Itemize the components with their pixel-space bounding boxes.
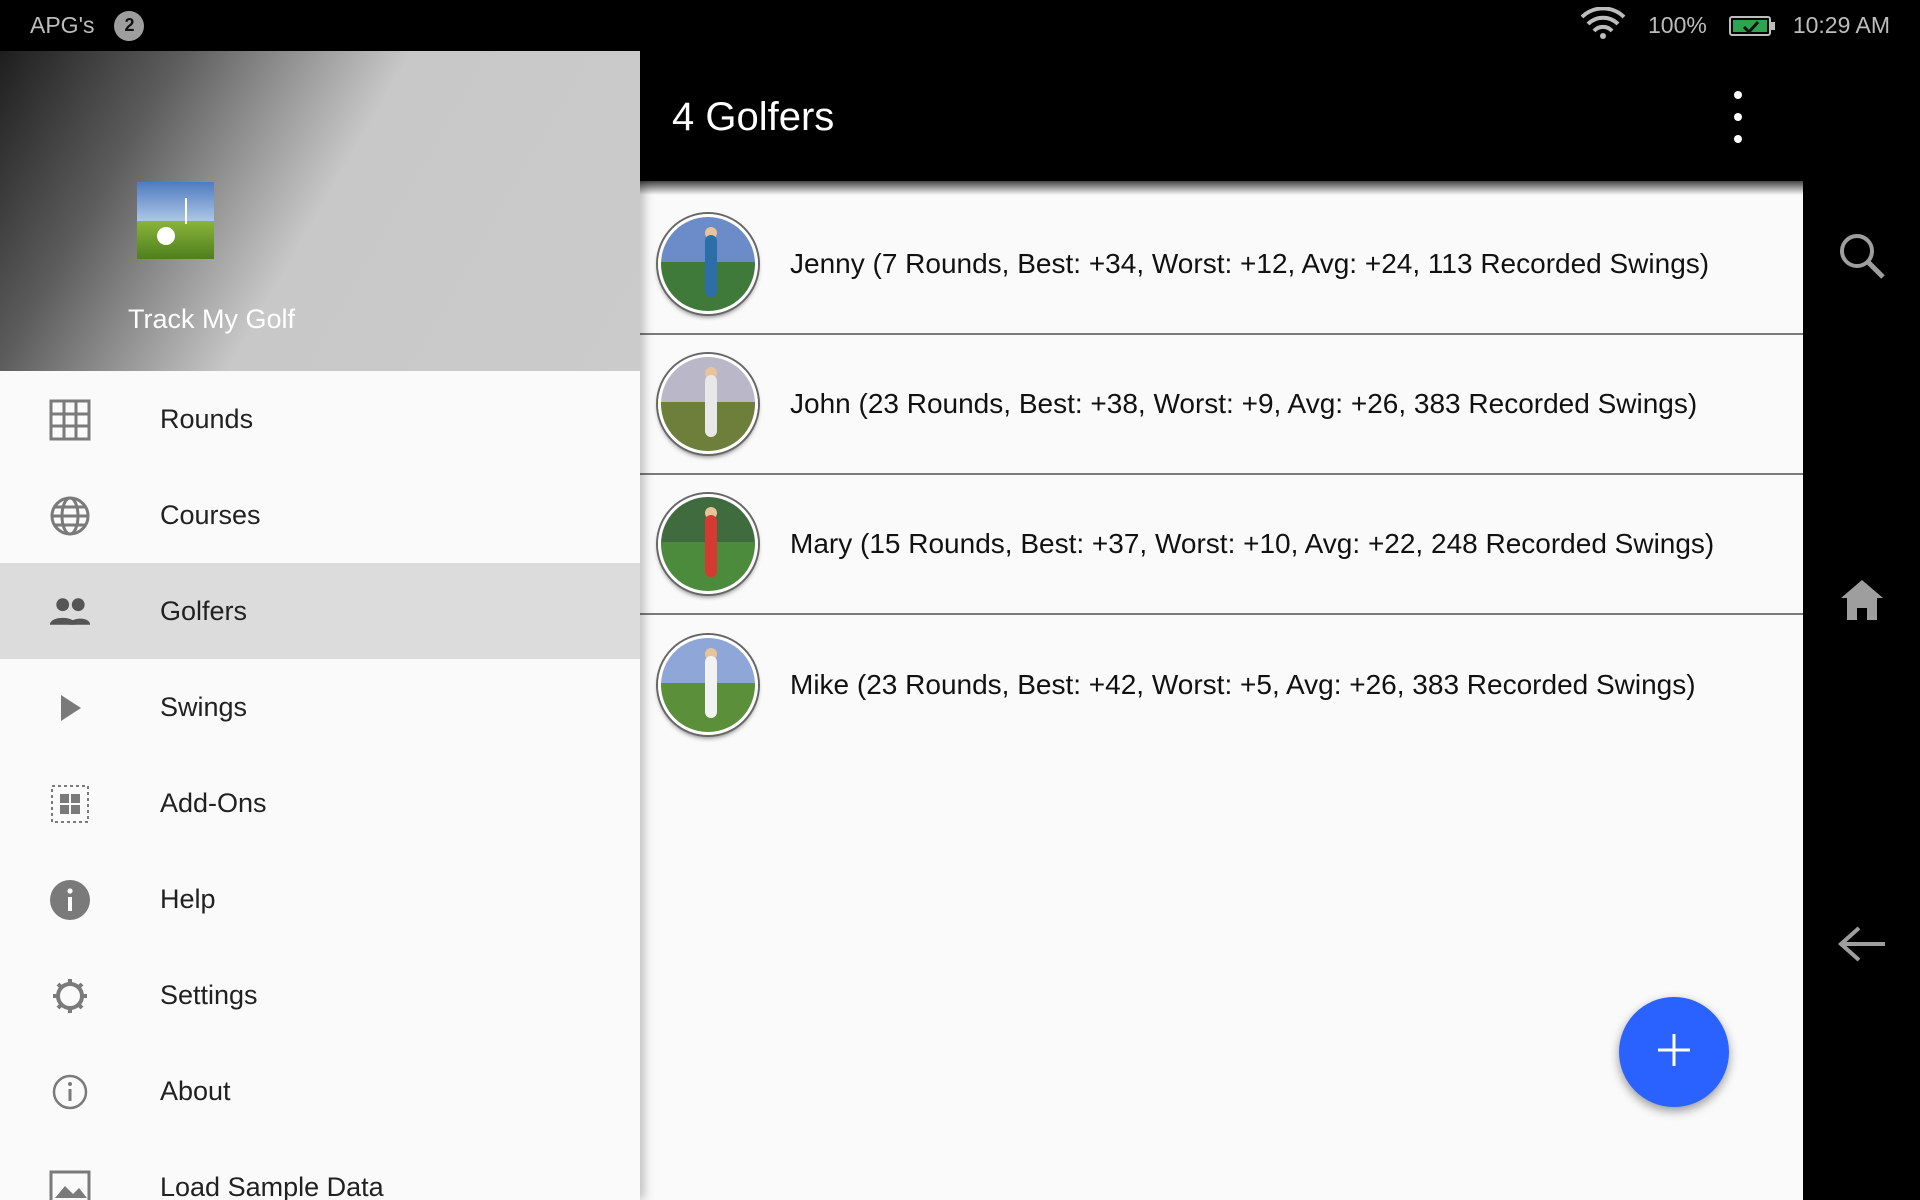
search-icon[interactable] [1833,227,1891,285]
plus-icon [1654,1030,1694,1075]
system-nav-bar [1803,51,1920,1200]
grid-icon [49,399,91,441]
golfer-row[interactable]: John (23 Rounds, Best: +38, Worst: +9, A… [640,335,1803,475]
drawer-item-label: Swings [160,691,248,722]
drawer-item-label: Add-Ons [160,787,267,818]
drawer-item-label: Rounds [160,403,254,434]
golfer-row[interactable]: Mary (15 Rounds, Best: +37, Worst: +10, … [640,475,1803,615]
drawer-item-load-sample-data[interactable]: Load Sample Data [0,1139,640,1200]
add-golfer-button[interactable] [1619,997,1729,1107]
battery-percent: 100% [1647,12,1707,38]
golfer-name: Jenny [790,248,865,279]
app-logo [137,182,214,259]
drawer-item-add-ons[interactable]: Add-Ons [0,755,640,851]
drawer-item-golfers[interactable]: Golfers [0,563,640,659]
golfer-row[interactable]: Mike (23 Rounds, Best: +42, Worst: +5, A… [640,615,1803,755]
golfer-stats: (7 Rounds, Best: +34, Worst: +12, Avg: +… [864,248,1710,279]
golfer-stats: (23 Rounds, Best: +42, Worst: +5, Avg: +… [849,669,1696,700]
system-indicators: 100% 10:29 AM [1558,0,1890,51]
drawer-item-courses[interactable]: Courses [0,467,640,563]
drawer-header: Track My Golf [0,51,640,371]
drawer-item-label: Load Sample Data [160,1171,384,1200]
golfer-list: Jenny (7 Rounds, Best: +34, Worst: +12, … [640,195,1803,755]
status-bar: APG's 2 100% 10:29 AM [0,0,1920,51]
drawer-item-label: Help [160,883,216,914]
people-icon [49,591,91,633]
drawer-item-label: Settings [160,979,258,1010]
info-filled-icon [49,879,91,921]
notification-app-name: APG's [30,12,95,38]
overflow-menu-icon[interactable] [1723,91,1753,143]
play-icon [49,687,91,729]
drawer-item-label: Courses [160,499,261,530]
drawer-item-settings[interactable]: Settings [0,947,640,1043]
page-title: 4 Golfers [672,95,835,139]
golfer-name: John [790,388,851,419]
golfer-avatar [658,214,758,314]
golfer-avatar [658,354,758,454]
app-window: 4 Golfers Jenny (7 Rounds, Best: +34, Wo… [0,51,1803,1200]
drawer-item-swings[interactable]: Swings [0,659,640,755]
gear-icon [49,975,91,1017]
golfer-name: Mike [790,669,850,700]
drawer-item-help[interactable]: Help [0,851,640,947]
info-outline-icon [49,1071,91,1113]
drawer-item-about[interactable]: About [0,1043,640,1139]
golfer-avatar [658,635,758,735]
toolbar-shadow [640,181,1803,195]
clock: 10:29 AM [1792,12,1890,38]
golfer-avatar [658,494,758,594]
navigation-drawer: Track My Golf Rounds Courses Golfers Swi… [0,51,640,1200]
golfer-row[interactable]: Jenny (7 Rounds, Best: +34, Worst: +12, … [640,195,1803,335]
globe-icon [49,495,91,537]
drawer-item-rounds[interactable]: Rounds [0,371,640,467]
addons-icon [49,783,91,825]
battery-charging-icon [1728,15,1775,36]
notification-count-badge: 2 [114,10,145,41]
notification-area[interactable]: APG's 2 [30,0,145,51]
wifi-icon [1580,5,1626,45]
golfer-stats: (23 Rounds, Best: +38, Worst: +9, Avg: +… [850,388,1698,419]
drawer-item-label: Golfers [160,595,248,626]
golfer-name: Mary [790,528,853,559]
golfer-stats: (15 Rounds, Best: +37, Worst: +10, Avg: … [852,528,1715,559]
back-arrow-icon[interactable] [1833,915,1891,973]
image-icon [49,1167,91,1200]
app-name: Track My Golf [128,304,296,334]
drawer-item-label: About [160,1075,231,1106]
home-icon[interactable] [1833,571,1891,629]
toolbar: 4 Golfers [640,51,1803,181]
drawer-menu: Rounds Courses Golfers Swings Add-Ons He… [0,371,640,1200]
